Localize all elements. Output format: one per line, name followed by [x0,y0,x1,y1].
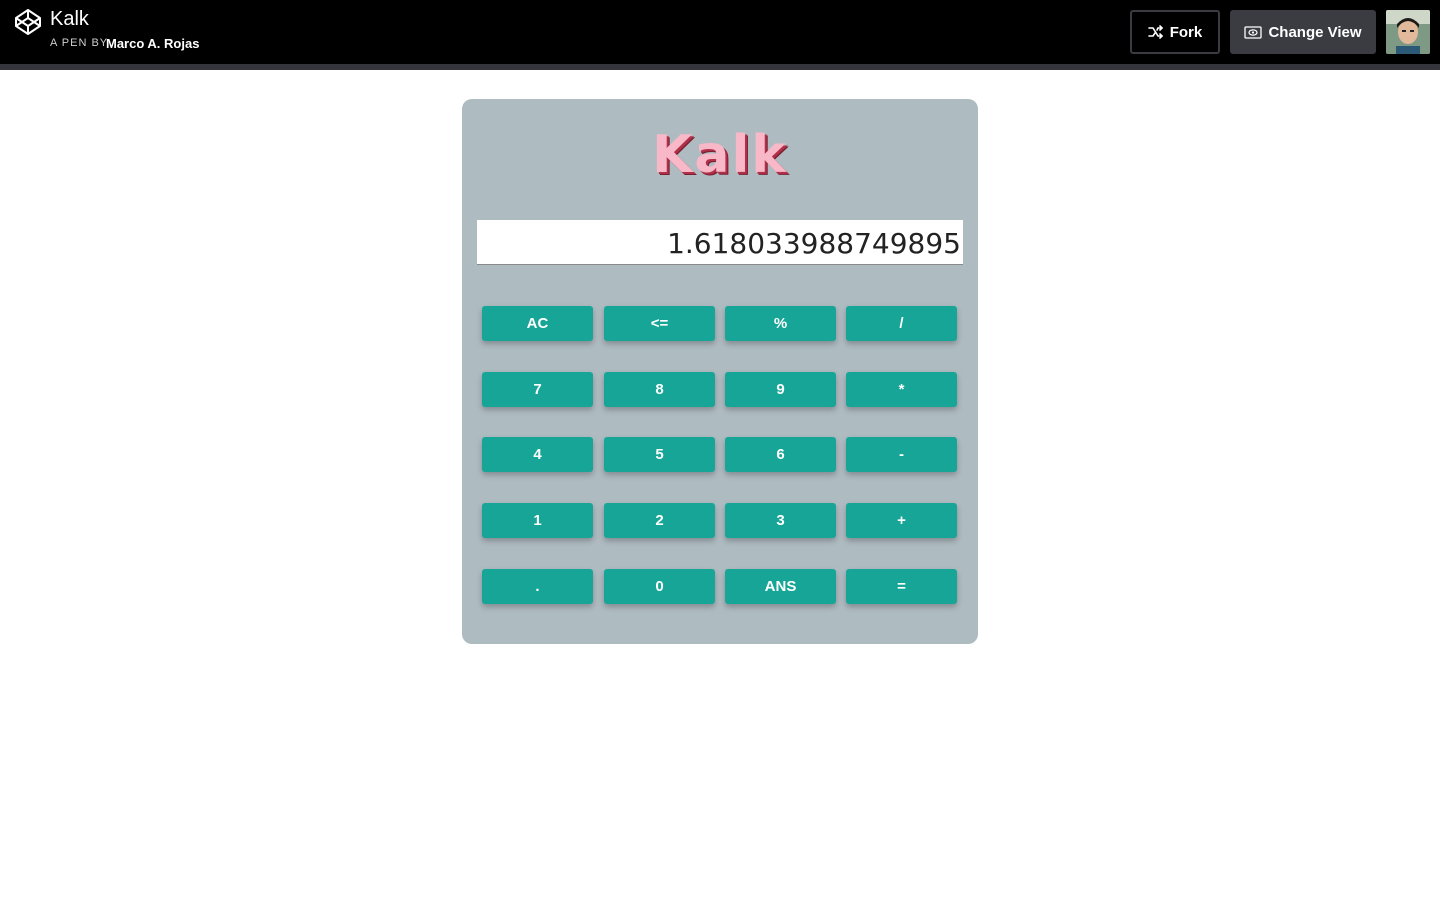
key-multiply[interactable]: * [846,372,957,407]
key-backspace[interactable]: <= [604,306,715,341]
key-5[interactable]: 5 [604,437,715,472]
key-equals[interactable]: = [846,569,957,604]
calculator-title: Kalk [652,125,788,185]
key-1[interactable]: 1 [482,503,593,538]
change-view-button[interactable]: Change View [1230,10,1376,54]
fork-label: Fork [1169,23,1203,41]
key-0[interactable]: 0 [604,569,715,604]
pen-title[interactable]: Kalk [50,8,89,31]
key-7[interactable]: 7 [482,372,593,407]
key-all-clear[interactable]: AC [482,306,593,341]
key-answer[interactable]: ANS [725,569,836,604]
key-percent[interactable]: % [725,306,836,341]
key-9[interactable]: 9 [725,372,836,407]
key-3[interactable]: 3 [725,503,836,538]
fork-button[interactable]: Fork [1130,10,1220,54]
key-4[interactable]: 4 [482,437,593,472]
key-divide[interactable]: / [846,306,957,341]
user-avatar[interactable] [1386,10,1430,54]
key-subtract[interactable]: - [846,437,957,472]
calculator: Kalk 1.618033988749895 AC <=% / 7 8 9 * 4 5 6- 1 2 3… [462,99,978,644]
eye-view-icon [1244,26,1263,39]
codepen-logo-icon[interactable] [14,8,42,36]
top-bar: Kalk A PEN BY Marco A. Rojas Fork Change… [0,0,1440,70]
fork-icon [1147,25,1163,39]
avatar-image [1386,10,1430,54]
key-8[interactable]: 8 [604,372,715,407]
change-view-label: Change View [1268,23,1362,41]
calculator-display: 1.618033988749895 [477,220,963,265]
pen-by-label: A PEN BY [50,37,109,49]
key-6[interactable]: 6 [725,437,836,472]
key-add[interactable]: + [846,503,957,538]
key-2[interactable]: 2 [604,503,715,538]
pen-author-link[interactable]: Marco A. Rojas [106,36,199,51]
key-decimal[interactable]: . [482,569,593,604]
